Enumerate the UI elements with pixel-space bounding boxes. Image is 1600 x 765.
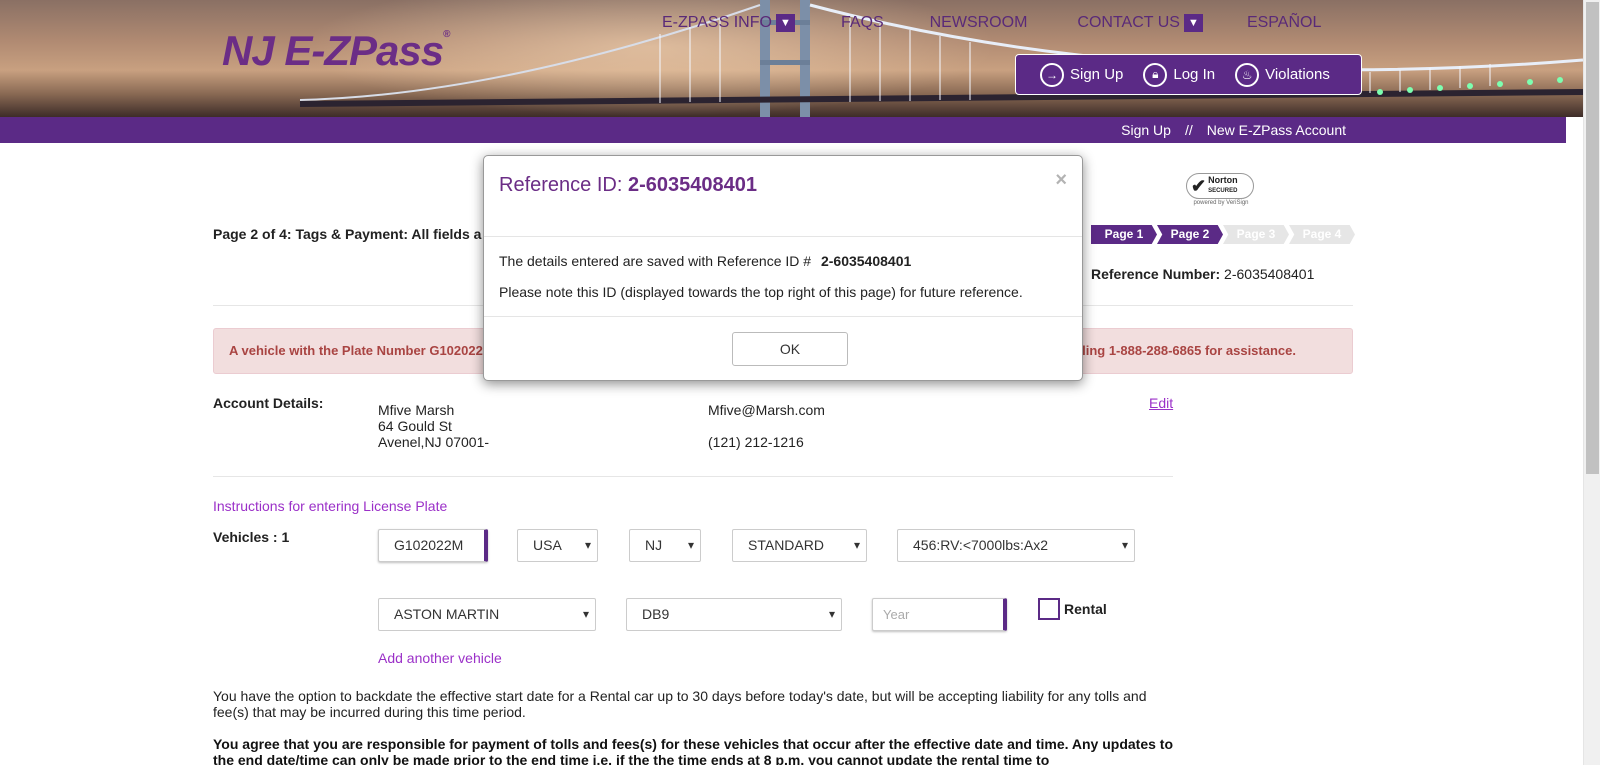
rental-checkbox[interactable] — [1038, 598, 1060, 620]
reference-id-modal: Reference ID: 2-6035408401 × The details… — [483, 155, 1083, 381]
vehicle-class-select[interactable]: 456:RV:<7000lbs:Ax2 — [897, 529, 1135, 562]
modal-header: Reference ID: 2-6035408401 × — [484, 156, 1082, 237]
checkmark-icon: ✔ — [1191, 175, 1207, 196]
agreement-note: You agree that you are responsible for p… — [213, 736, 1174, 765]
nav-ezpass-info[interactable]: E-ZPASS INFO ▼ — [662, 14, 795, 32]
flame-icon: ♨ — [1235, 62, 1260, 87]
account-email: Mfive@Marsh.com — [708, 402, 825, 418]
country-select[interactable]: USA — [517, 529, 598, 562]
modal-title: Reference ID: 2-6035408401 — [499, 174, 757, 197]
account-phone: (121) 212-1216 — [708, 434, 804, 450]
page-title: Page 2 of 4: Tags & Payment: All fields … — [213, 226, 482, 242]
account-details-label: Account Details: — [213, 395, 324, 411]
state-value: NJ — [645, 537, 663, 553]
modal-message-line1: The details entered are saved with Refer… — [499, 253, 911, 269]
modal-title-id: 2-6035408401 — [627, 174, 757, 196]
modal-message-id: 2-6035408401 — [820, 253, 912, 269]
alert-text-right: lling 1-888-288-6865 for assistance. — [1078, 343, 1296, 358]
account-address: Mfive Marsh 64 Gould St Avenel,NJ 07001- — [378, 402, 489, 450]
account-name: Mfive Marsh — [378, 402, 455, 418]
vehicles-count-label: Vehicles : 1 — [213, 529, 290, 545]
vehicle-model-value: DB9 — [642, 606, 670, 622]
modal-message-text: The details entered are saved with Refer… — [499, 253, 812, 269]
nav-espanol[interactable]: ESPAÑOL — [1247, 14, 1321, 32]
nav-contact-us[interactable]: CONTACT US ▼ — [1077, 14, 1203, 32]
rental-label: Rental — [1064, 601, 1107, 617]
modal-footer: OK — [484, 317, 1082, 380]
nav-faqs[interactable]: FAQS — [841, 14, 884, 32]
lock-icon: 🔒︎ — [1143, 62, 1168, 87]
plate-type-value: STANDARD — [748, 537, 824, 553]
progress-step-4: Page 4 — [1289, 225, 1355, 244]
reference-value: 2-6035408401 — [1224, 266, 1315, 282]
breadcrumb: Sign Up // New E-ZPass Account — [1121, 122, 1346, 138]
breadcrumb-current: New E-ZPass Account — [1206, 122, 1346, 138]
plate-number-value: G102022M — [394, 537, 464, 553]
chevron-down-icon[interactable]: ▼ — [1183, 14, 1203, 32]
modal-body: The details entered are saved with Refer… — [484, 237, 1082, 317]
login-button[interactable]: 🔒︎ Log In — [1143, 62, 1216, 87]
vehicle-make-value: ASTON MARTIN — [394, 606, 500, 622]
modal-title-prefix: Reference ID: — [499, 174, 623, 196]
account-city: Avenel,NJ 07001- — [378, 434, 490, 450]
norton-label: Norton — [1208, 175, 1238, 185]
signup-button[interactable]: → Sign Up — [1040, 62, 1124, 87]
violations-button[interactable]: ♨ Violations — [1235, 62, 1330, 87]
header-banner: NJ E-ZPass® E-ZPASS INFO ▼ FAQS NEWSROOM… — [0, 0, 1583, 117]
sign-in-arrow-icon: → — [1040, 62, 1064, 87]
violations-label: Violations — [1265, 66, 1330, 83]
vehicle-model-select[interactable]: DB9 — [626, 598, 842, 631]
breadcrumb-signup[interactable]: Sign Up — [1121, 122, 1171, 138]
year-placeholder: Year — [883, 607, 910, 622]
nav-label: CONTACT US — [1077, 14, 1180, 31]
nav-label: E-ZPASS INFO — [662, 14, 772, 31]
nav-label: NEWSROOM — [929, 14, 1028, 31]
close-icon[interactable]: × — [1055, 169, 1067, 192]
norton-secured-label: SECURED — [1208, 188, 1238, 194]
add-another-vehicle-link[interactable]: Add another vehicle — [378, 650, 502, 666]
norton-seal-badge: ✔ Norton SECURED — [1186, 173, 1254, 199]
license-plate-instructions-link[interactable]: Instructions for entering License Plate — [213, 498, 447, 514]
vehicle-class-value: 456:RV:<7000lbs:Ax2 — [913, 537, 1049, 553]
rental-checkbox-group[interactable]: Rental — [1038, 598, 1107, 620]
divider — [213, 476, 1173, 477]
vehicle-year-input[interactable]: Year — [872, 598, 1007, 631]
backdate-note: You have the option to backdate the effe… — [213, 688, 1147, 720]
state-select[interactable]: NJ — [629, 529, 701, 562]
signup-label: Sign Up — [1070, 66, 1124, 83]
plate-type-select[interactable]: STANDARD — [732, 529, 867, 562]
logo-registered-mark: ® — [443, 29, 450, 40]
account-street: 64 Gould St — [378, 418, 452, 434]
chevron-down-icon[interactable]: ▼ — [775, 14, 795, 32]
edit-account-link[interactable]: Edit — [1149, 395, 1173, 411]
progress-step-1[interactable]: Page 1 — [1091, 225, 1157, 244]
country-value: USA — [533, 537, 562, 553]
modal-message-line2: Please note this ID (displayed towards t… — [499, 284, 1023, 300]
norton-subtext: powered by VeriSign — [1193, 200, 1249, 206]
page-progress: Page 1 Page 2 Page 3 Page 4 — [1091, 225, 1355, 244]
vertical-scrollbar[interactable] — [1583, 0, 1600, 765]
progress-step-3: Page 3 — [1223, 225, 1289, 244]
auth-menu: → Sign Up 🔒︎ Log In ♨ Violations — [1015, 54, 1362, 95]
nav-newsroom[interactable]: NEWSROOM — [930, 14, 1028, 32]
plate-number-input[interactable]: G102022M — [378, 529, 488, 562]
nav-label: FAQS — [840, 14, 884, 31]
top-navigation: E-ZPASS INFO ▼ FAQS NEWSROOM CONTACT US … — [662, 14, 1321, 32]
reference-number: Reference Number: 2-6035408401 — [1091, 266, 1314, 282]
progress-step-2[interactable]: Page 2 — [1157, 225, 1223, 244]
scrollbar-thumb[interactable] — [1586, 2, 1599, 474]
vehicle-make-select[interactable]: ASTON MARTIN — [378, 598, 596, 631]
alert-text-left: A vehicle with the Plate Number G102022 — [229, 343, 483, 358]
nav-label: ESPAÑOL — [1246, 14, 1322, 31]
breadcrumb-bar: Sign Up // New E-ZPass Account — [0, 117, 1566, 143]
ok-button[interactable]: OK — [732, 332, 848, 366]
login-label: Log In — [1173, 66, 1216, 83]
norton-secured-seal[interactable]: ✔ Norton SECURED powered by VeriSign — [1186, 173, 1256, 211]
breadcrumb-separator: // — [1184, 122, 1193, 138]
reference-label: Reference Number: — [1091, 266, 1221, 282]
nj-ezpass-logo[interactable]: NJ E-ZPass® — [222, 27, 451, 74]
logo-text: NJ E-ZPass — [222, 27, 444, 74]
